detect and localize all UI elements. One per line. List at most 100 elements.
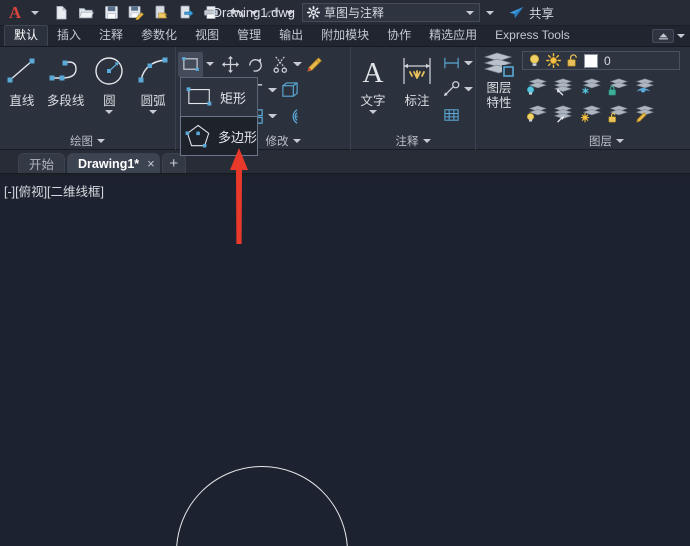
tab-collaborate[interactable]: 协作 — [378, 26, 420, 46]
layer-properties-button[interactable]: 图层 特性 — [476, 47, 522, 111]
flyout-rectangle-label: 矩形 — [220, 90, 247, 106]
3d-array-icon[interactable] — [277, 78, 302, 103]
tab-default[interactable]: 默认 — [4, 25, 49, 46]
line-icon — [4, 52, 40, 89]
offset-icon[interactable] — [277, 104, 302, 129]
circle-object[interactable] — [176, 466, 348, 546]
panel-draw-chevron-down-icon[interactable] — [97, 139, 105, 143]
redo-icon[interactable] — [261, 2, 283, 24]
share-button[interactable]: 共享 — [508, 3, 554, 22]
ribbon-minimize-button[interactable] — [652, 29, 674, 43]
ribbon-minimize-group — [652, 29, 685, 43]
layer-lock-icon[interactable] — [603, 73, 630, 100]
tab-express-tools[interactable]: Express Tools — [486, 26, 578, 46]
tab-addins[interactable]: 附加模块 — [312, 26, 378, 46]
panel-layers-chevron-down-icon[interactable] — [616, 139, 624, 143]
circle-button[interactable]: 圆 — [88, 47, 132, 114]
file-tab-start[interactable]: 开始 — [18, 153, 66, 173]
undo-icon[interactable] — [225, 2, 247, 24]
workspace-selector[interactable]: 草图与注释 — [302, 3, 480, 22]
viewport-label[interactable]: [-][俯视][二维线框] — [4, 181, 104, 200]
current-layer-name: 0 — [604, 53, 611, 68]
layer-freeze-icon[interactable] — [576, 73, 603, 100]
erase-icon[interactable] — [302, 52, 327, 77]
fillet-chevron-down-icon[interactable] — [268, 88, 277, 92]
dimension-icon — [399, 52, 435, 89]
ribbon-options-chevron-down-icon[interactable] — [677, 34, 685, 38]
panel-draw-title-bar[interactable]: 绘图 — [0, 132, 175, 150]
panel-layers-title-bar[interactable]: 图层 — [476, 132, 689, 150]
sun-icon[interactable] — [546, 53, 561, 68]
open-file-icon[interactable] — [75, 2, 97, 24]
drawing-canvas[interactable]: [-][俯视][二维线框] — [0, 177, 690, 546]
layer-match-icon[interactable] — [630, 100, 657, 127]
layer-turn-all-on-icon[interactable] — [522, 100, 549, 127]
tab-parametric[interactable]: 参数化 — [132, 26, 186, 46]
layer-unlock-icon[interactable] — [603, 100, 630, 127]
leader-icon[interactable] — [439, 77, 464, 102]
linear-dimension-chevron-down-icon[interactable] — [464, 61, 473, 65]
plot-icon[interactable] — [200, 2, 222, 24]
new-file-icon[interactable] — [50, 2, 72, 24]
circle-chevron-down-icon[interactable] — [105, 110, 114, 114]
tab-insert[interactable]: 插入 — [48, 26, 90, 46]
panel-annotation-chevron-down-icon[interactable] — [422, 139, 431, 143]
ribbon-tab-bar: 默认 插入 注释 参数化 视图 管理 输出 附加模块 协作 精选应用 Expre… — [0, 25, 690, 47]
quick-access-toolbar — [50, 2, 294, 24]
move-icon[interactable] — [218, 52, 243, 77]
layer-isolate-icon[interactable] — [549, 73, 576, 100]
dimension-button[interactable]: 标注 — [395, 47, 439, 109]
flyout-item-rectangle[interactable]: 矩形 — [180, 77, 258, 117]
layer-off-icon[interactable] — [522, 73, 549, 100]
rectangle-chevron-down-icon[interactable] — [206, 62, 214, 66]
redo-chevron-down-icon[interactable] — [286, 10, 294, 15]
qat-customize-chevron-down-icon[interactable] — [486, 10, 494, 15]
lightbulb-icon[interactable] — [527, 53, 542, 68]
layer-previous-icon[interactable] — [630, 73, 657, 100]
save-as-icon[interactable] — [125, 2, 147, 24]
unlock-icon[interactable] — [565, 53, 580, 68]
arc-chevron-down-icon[interactable] — [149, 110, 158, 114]
close-icon[interactable]: × — [147, 156, 155, 171]
layer-color-swatch[interactable] — [584, 53, 598, 68]
tab-annotate[interactable]: 注释 — [90, 26, 132, 46]
app-menu-chevron-down-icon[interactable] — [31, 10, 39, 15]
text-button[interactable]: A 文字 — [351, 47, 395, 114]
trim-chevron-down-icon[interactable] — [293, 62, 302, 66]
new-tab-button[interactable]: + — [161, 153, 186, 173]
circle-label: 圆 — [103, 94, 116, 108]
tab-output[interactable]: 输出 — [270, 26, 312, 46]
leader-chevron-down-icon[interactable] — [464, 87, 473, 91]
text-chevron-down-icon[interactable] — [369, 110, 377, 114]
layer-dropdown[interactable]: 0 — [522, 51, 680, 70]
workspace-chevron-down-icon[interactable] — [466, 10, 474, 15]
layer-tools-row-1 — [522, 73, 680, 100]
line-button[interactable]: 直线 — [0, 47, 44, 109]
tab-view[interactable]: 视图 — [186, 26, 228, 46]
tab-manage[interactable]: 管理 — [228, 26, 270, 46]
arc-button[interactable]: 圆弧 — [131, 47, 175, 114]
undo-chevron-down-icon[interactable] — [250, 10, 258, 15]
polyline-button[interactable]: 多段线 — [44, 47, 88, 109]
panel-modify-chevron-down-icon[interactable] — [292, 139, 301, 143]
tab-featured-apps[interactable]: 精选应用 — [420, 26, 486, 46]
table-icon[interactable] — [439, 103, 464, 128]
linear-dimension-icon[interactable] — [439, 51, 464, 76]
autocad-logo-button[interactable]: A — [2, 0, 28, 26]
save-icon[interactable] — [100, 2, 122, 24]
rectangle-button[interactable] — [178, 51, 203, 77]
layer-unisolate-icon[interactable] — [549, 100, 576, 127]
flyout-item-polygon[interactable]: 多边形 — [180, 116, 258, 156]
layer-thaw-all-icon[interactable] — [576, 100, 603, 127]
rotate-icon[interactable] — [243, 52, 268, 77]
layer-properties-icon — [483, 52, 515, 78]
save-to-web-icon[interactable] — [175, 2, 197, 24]
title-bar: A 草图与注释 共享 Drawing1.dwg — [0, 0, 690, 26]
open-from-web-icon[interactable] — [150, 2, 172, 24]
panel-layers: 图层 特性 0 图层 — [476, 47, 689, 150]
array-chevron-down-icon[interactable] — [268, 114, 277, 118]
annotation-tool-grid — [439, 47, 473, 128]
trim-icon[interactable] — [268, 52, 293, 77]
file-tab-drawing1[interactable]: Drawing1* × — [67, 153, 160, 173]
panel-annotation-title-bar[interactable]: 注释 — [351, 132, 475, 150]
